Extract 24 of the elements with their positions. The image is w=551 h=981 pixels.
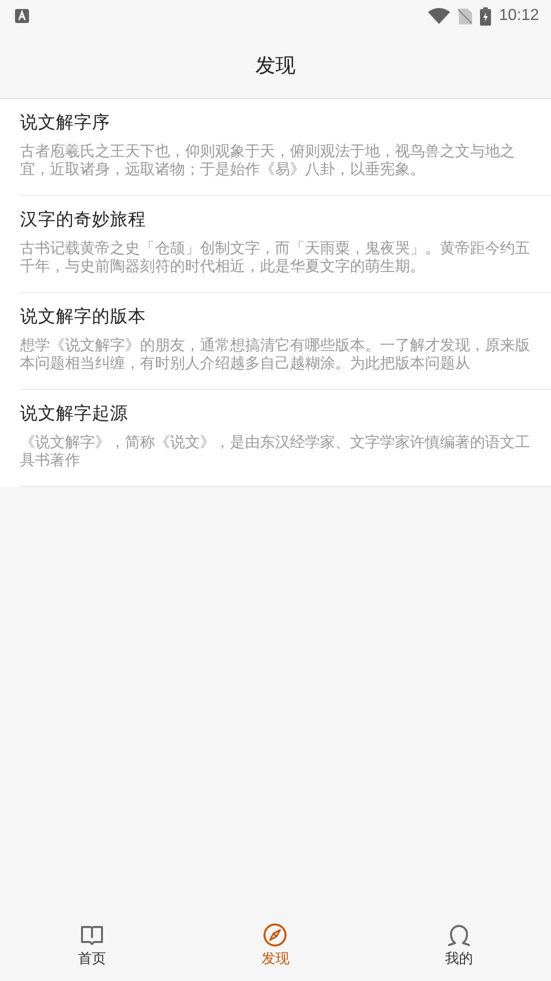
article-title: 说文解字序	[20, 112, 111, 135]
nav-tab[interactable]: 我的	[429, 923, 490, 968]
keyboard-notification-icon	[15, 9, 29, 23]
article-title: 说文解字的版本	[20, 306, 147, 329]
compass-icon	[263, 923, 288, 947]
wifi-icon	[428, 8, 450, 24]
article-title: 说文解字起源	[20, 403, 129, 426]
article-summary: 《说文解字》，简称《说文》，是由东汉经学家、文字学家许慎编著的语文工具书著作	[20, 433, 531, 469]
article-summary: 想学《说文解字》的朋友，通常想搞清它有哪些版本。一了解才发现，原来版本问题相当纠缠，有时别人介绍越多自己越糊涂。为此把版本问题从	[20, 336, 531, 372]
article-item[interactable]: 说文解字的版本 想学《说文解字》的朋友，通常想搞清它有哪些版本。一了解才发现，原来版本问题相当纠缠，有时别人介绍越多自己越糊涂。为此把版本问题从	[20, 293, 551, 390]
article-summary: 古者庖羲氏之王天下也，仰则观象于天，俯则观法于地，视鸟兽之文与地之宜，近取诸身，远取诸物；于是始作《易》八卦，以垂宪象。	[20, 142, 516, 178]
battery-charging-icon	[480, 6, 491, 26]
article-item[interactable]: 说文解字序 古者庖羲氏之王天下也，仰则观象于天，俯则观法于地，视鸟兽之文与地之宜，近取诸身，远取诸物；于是始作《易》八卦，以垂宪象。	[20, 99, 551, 196]
article-item[interactable]: 汉字的奇妙旅程 古书记载黄帝之史「仓颉」创制文字，而「天雨粟，鬼夜哭」。黄帝距今约五千年，与史前陶器刻符的时代相近，此是华夏文字的萌生期。	[20, 196, 551, 293]
clock-time: 10:12	[498, 7, 539, 25]
person-icon	[447, 923, 472, 947]
article-item[interactable]: 说文解字起源 《说文解字》，简称《说文》，是由东汉经学家、文字学家许慎编著的语文工具书著作	[20, 390, 551, 487]
nav-tab[interactable]: 首页	[62, 923, 122, 968]
book-icon	[80, 923, 104, 947]
page-title: 发现	[256, 52, 296, 78]
no-sim-icon	[458, 8, 472, 24]
article-summary: 古书记载黄帝之史「仓颉」创制文字，而「天雨粟，鬼夜哭」。黄帝距今约五千年，与史前陶器刻符的时代相近，此是华夏文字的萌生期。	[20, 239, 531, 275]
article-title: 汉字的奇妙旅程	[20, 209, 147, 232]
nav-tab[interactable]: 发现	[245, 923, 306, 968]
